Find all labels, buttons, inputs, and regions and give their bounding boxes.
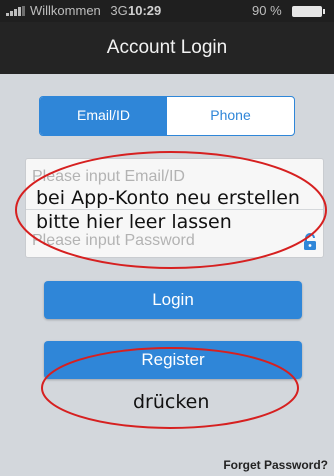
forgot-password-link[interactable]: Forget Password?: [223, 458, 328, 472]
annotation-ellipse-fields: [15, 151, 327, 269]
annotation-overlay: [15, 151, 327, 429]
annotation-ellipse-register: [41, 347, 299, 429]
